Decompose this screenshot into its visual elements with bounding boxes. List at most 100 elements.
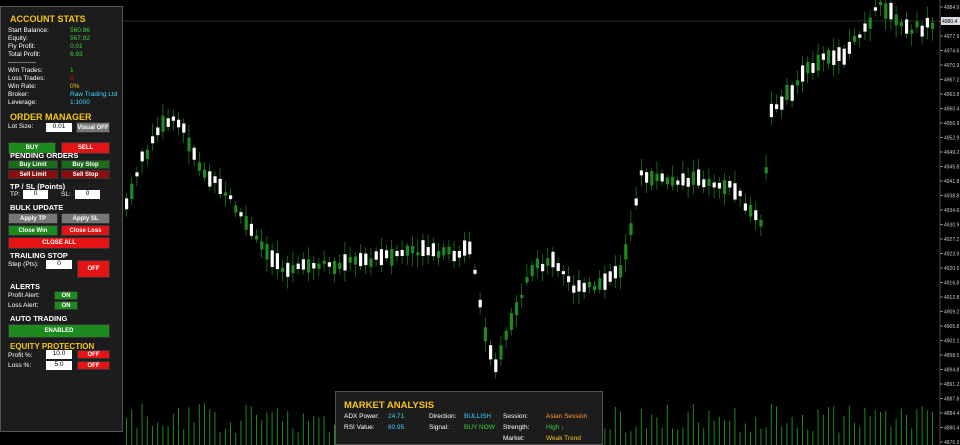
candle-body (764, 167, 768, 174)
trailing-step-input[interactable]: 0 (46, 260, 72, 269)
price-tick-label: 4941.8 (944, 179, 960, 185)
market-analysis-panel: MARKET ANALYSIS ADX Power: 24.71 RSI Val… (335, 391, 603, 445)
account-stat-value: 6.93 (70, 51, 83, 58)
price-tick-label: 4916.8 (944, 281, 960, 287)
apply-tp-button[interactable]: Apply TP (8, 213, 58, 224)
candle-body (702, 179, 706, 188)
candle-body (151, 136, 155, 144)
candle-body (639, 170, 643, 176)
candle-body (374, 251, 378, 260)
candle-body (671, 176, 675, 186)
candle-body (327, 262, 331, 267)
auto-trading-toggle[interactable]: ENABLED (8, 324, 110, 338)
candle-body (894, 14, 898, 26)
close-all-button[interactable]: CLOSE ALL (8, 237, 110, 249)
candle-body (504, 330, 508, 340)
candle-body (811, 63, 815, 73)
candle-body (697, 169, 701, 186)
lot-size-label: Lot Size: (8, 123, 34, 130)
price-chart[interactable]: 4984.94981.24977.94974.64970.94967.24963… (0, 0, 960, 445)
session-value: Asian Session (546, 413, 588, 420)
candle-body (463, 240, 467, 256)
candle-body (577, 280, 581, 292)
close-win-button[interactable]: Close Win (8, 225, 58, 236)
candle-body (499, 345, 503, 360)
candle-body (535, 258, 539, 269)
auto-trading-title: AUTO TRADING (10, 314, 68, 323)
close-loss-button[interactable]: Close Loss (61, 225, 110, 236)
candle-body (587, 281, 591, 288)
price-tick-label: 4974.6 (944, 49, 960, 55)
candle-body (364, 253, 368, 266)
candle-body (759, 219, 763, 227)
strength-value: High ↓ (546, 424, 565, 431)
candle-body (780, 96, 784, 110)
price-tick-label: 4956.9 (944, 121, 960, 127)
loss-alert-toggle[interactable]: ON (54, 301, 78, 310)
loss-pct-toggle[interactable]: OFF (77, 361, 110, 370)
buy-limit-button[interactable]: Buy Limit (8, 160, 58, 169)
signal-label: Signal: (429, 424, 449, 431)
candle-body (754, 210, 758, 221)
profit-alert-toggle[interactable]: ON (54, 291, 78, 300)
candle-body (307, 259, 311, 273)
loss-pct-input[interactable]: 5.0 (46, 361, 72, 370)
account-stat-value: 560.96 (70, 27, 90, 34)
candle-body (582, 282, 586, 293)
account-stat-label: Broker: (8, 91, 29, 98)
account-stats-title: ACCOUNT STATS (10, 14, 86, 24)
price-tick-label: 4891.2 (944, 382, 960, 388)
tp-input[interactable]: 0 (23, 190, 48, 199)
profit-pct-input[interactable]: 10.0 (46, 350, 72, 359)
candle-body (405, 245, 409, 256)
account-stat-value: 0.01 (70, 43, 83, 50)
candle-body (249, 223, 253, 236)
sell-stop-button[interactable]: Sell Stop (61, 170, 110, 179)
candle-body (915, 21, 919, 28)
apply-sl-button[interactable]: Apply SL (61, 213, 110, 224)
candle-body (379, 249, 383, 266)
trailing-toggle-button[interactable]: OFF (77, 260, 110, 278)
price-tick-label: 4952.9 (944, 136, 960, 142)
sl-input[interactable]: 0 (75, 190, 100, 199)
account-stat-value: 0 (70, 75, 74, 82)
candle-body (827, 50, 831, 64)
candle-body (561, 271, 565, 275)
price-tick-label: 4977.9 (944, 34, 960, 40)
account-stat-label: Total Profit: (8, 51, 41, 58)
candle-body (411, 245, 415, 254)
pending-orders-title: PENDING ORDERS (10, 151, 79, 160)
candle-body (738, 190, 742, 197)
sell-limit-button[interactable]: Sell Limit (8, 170, 58, 179)
candle-body (416, 252, 420, 256)
candle-body (483, 327, 487, 342)
candle-body (691, 171, 695, 185)
lot-size-input[interactable]: 0.01 (46, 123, 72, 132)
profit-pct-toggle[interactable]: OFF (77, 350, 110, 359)
candle-body (884, 3, 888, 19)
market-value: Weak Trend (546, 435, 581, 442)
account-stat-label: ------------- (8, 59, 37, 66)
direction-label: Direction: (429, 413, 457, 420)
visual-toggle-button[interactable]: Visual OFF (76, 122, 110, 133)
candle-body (275, 253, 279, 270)
candle-body (468, 241, 472, 255)
buy-stop-button[interactable]: Buy Stop (61, 160, 110, 169)
candle-body (203, 169, 207, 178)
candle-body (613, 266, 617, 279)
candle-body (197, 162, 201, 171)
candle-body (525, 277, 529, 283)
price-tick-label: 4912.8 (944, 295, 960, 301)
trailing-stop-title: TRAILING STOP (10, 251, 68, 260)
candle-body (645, 172, 649, 183)
candle-body (816, 54, 820, 71)
price-tick-label: 4960.4 (944, 107, 960, 113)
candle-body (899, 22, 903, 27)
price-tick-label: 4949.2 (944, 150, 960, 156)
candle-body (322, 260, 326, 264)
candle-body (234, 205, 238, 213)
price-tick-label: 4923.9 (944, 252, 960, 258)
candle-body (775, 104, 779, 110)
candle-body (650, 171, 654, 186)
market-label: Market: (503, 435, 525, 442)
